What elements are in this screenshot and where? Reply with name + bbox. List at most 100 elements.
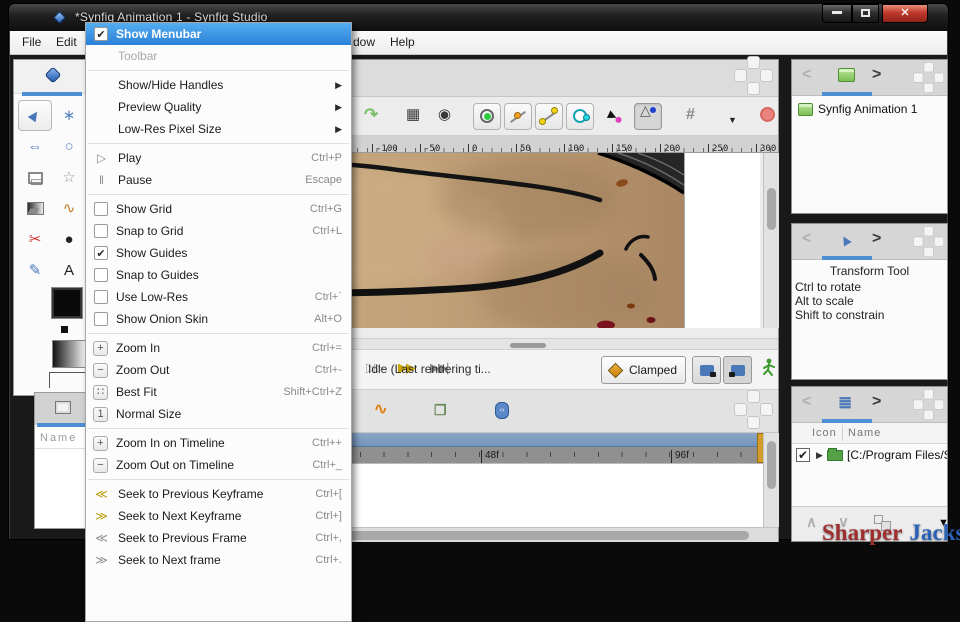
ruler-tick-label: 100 [564,144,612,152]
star-tool[interactable]: ☆ [52,162,86,193]
width-handle-icon[interactable]: ► [602,103,623,127]
divider-grip[interactable] [510,343,546,348]
menu-item-zoom-out[interactable]: − Zoom Out Ctrl+- [86,359,351,381]
render-options-icon[interactable]: ▦ [406,105,420,125]
rectangle-tool[interactable]: ▭ [18,162,52,193]
menu-item-pause[interactable]: ‖ Pause Escape [86,169,351,191]
preview-icon[interactable]: ◉ [438,105,451,125]
tab-scroll-right-icon[interactable]: > [872,230,881,248]
view-menu-popup: ✔ Show Menubar Toolbar Show/Hide Handles [85,22,352,622]
lock-past-keyframe-button[interactable] [692,356,721,384]
render-indicator [760,107,775,122]
timetrack-vertical-scrollbar[interactable] [763,433,779,527]
menu-item-seek-next-keyframe[interactable]: ≫ Seek to Next Keyframe Ctrl+] [86,505,351,527]
menu-file[interactable]: File [22,35,41,49]
lock-future-keyframe-button[interactable] [723,356,752,384]
menu-item[interactable] [86,330,351,337]
menu-item-best-fit[interactable]: ∷ Best Fit Shift+Ctrl+Z [86,381,351,403]
menu-item-normal-size[interactable]: 1 Normal Size [86,403,351,425]
toggle-radius-handles[interactable] [566,103,594,130]
library-row[interactable]: ✔ ▶ [C:/Program Files/Sy [794,447,947,467]
name-column-header[interactable]: Name [848,427,881,439]
transform-tool[interactable]: ► [18,100,52,131]
zoom-out-icon: − [93,363,108,378]
grid-toggle-icon[interactable]: # [686,105,695,125]
bone-setup-icon[interactable] [760,358,776,380]
grid-dropdown-arrow[interactable]: ▼ [728,110,737,130]
gradient-swatch[interactable] [52,340,86,368]
menu-item-use-low-res[interactable]: Use Low-Res Ctrl+` [86,286,351,308]
dock-handle-squares [734,390,774,430]
close-button[interactable]: ✕ [882,4,928,23]
menu-item-show-hide-handles[interactable]: Show/Hide Handles [86,74,351,96]
spline-tool[interactable]: ∿ [52,193,86,224]
redo-icon[interactable]: ↷ [364,105,378,125]
cutout-tool[interactable]: ✂ [18,224,52,255]
menu-item-seek-prev-keyframe[interactable]: ≪ Seek to Previous Keyframe Ctrl+[ [86,483,351,505]
tab-scroll-right-icon[interactable]: > [872,393,881,411]
tab-scroll-left-icon[interactable]: < [802,66,811,84]
menu-item[interactable] [86,140,351,147]
menu-item[interactable] [86,67,351,74]
canvas-browser-tab-bar: < > [792,60,947,96]
maximize-button[interactable] [852,4,879,23]
canvas-vertical-scrollbar[interactable] [763,153,779,328]
keyframes-tab-bar[interactable] [35,393,91,425]
tab-scroll-left-icon[interactable]: < [802,230,811,248]
menu-item-seek-prev-frame[interactable]: ≪ Seek to Previous Frame Ctrl+, [86,527,351,549]
menu-item[interactable] [86,425,351,432]
menu-item-show-grid[interactable]: Show Grid Ctrl+G [86,198,351,220]
move-up-icon[interactable]: ∧ [806,513,817,531]
meta-data-icon[interactable]: ‹› [495,402,509,419]
menu-item[interactable] [86,476,351,483]
default-interpolation-button[interactable]: Clamped [601,356,686,384]
menu-window-partial[interactable]: dow [353,35,375,49]
tab-scroll-right-icon[interactable]: > [872,66,881,84]
curves-icon[interactable]: ∿ [374,401,387,419]
menu-item-zoom-out-timeline[interactable]: − Zoom Out on Timeline Ctrl+_ [86,454,351,476]
minimize-button[interactable] [822,4,852,23]
menu-help[interactable]: Help [390,35,415,49]
mirror-tool[interactable]: ⇔ [18,131,52,162]
toggle-position-handles[interactable] [473,103,501,130]
toggle-angle-handles[interactable]: △ [634,103,662,130]
tool-options-panel: < ► > Transform Tool Ctrl to rotate Alt … [791,223,948,380]
menu-item-snap-to-grid[interactable]: Snap to Grid Ctrl+L [86,220,351,242]
toggle-tangent-handles[interactable] [535,103,563,130]
fill-color-dot [61,326,68,333]
tool-options-tab-icon[interactable]: ► [834,230,856,251]
keyframes-list[interactable] [35,449,91,528]
tab-scroll-left-icon[interactable]: < [802,393,811,411]
menu-item-seek-next-frame[interactable]: ≫ Seek to Next frame Ctrl+. [86,549,351,571]
toolbox-tab[interactable] [14,60,91,94]
timebar-frame-label: 96f [671,450,689,463]
menu-item-preview-quality[interactable]: Preview Quality [86,96,351,118]
text-tool[interactable]: A [52,255,86,286]
menu-item-snap-to-guides[interactable]: Snap to Guides [86,264,351,286]
menu-item-play[interactable]: ▷ Play Ctrl+P [86,147,351,169]
outline-color-swatch[interactable] [52,288,82,318]
menu-item-zoom-in[interactable]: + Zoom In Ctrl+= [86,337,351,359]
smooth-move-tool[interactable]: ∗ [52,100,86,131]
keyframes-name-column-header[interactable]: Name [35,427,91,449]
menu-item-show-menubar[interactable]: ✔ Show Menubar [86,23,351,45]
menu-item-toolbar[interactable]: Toolbar [86,45,351,67]
menu-edit[interactable]: Edit [56,35,77,49]
icon-column-header[interactable]: Icon [812,427,837,439]
paste-keyframes-icon[interactable]: ❒ [434,401,447,419]
library-tab-icon[interactable]: ≣ [838,395,852,411]
menu-item[interactable] [86,191,351,198]
menu-item-zoom-in-timeline[interactable]: + Zoom In on Timeline Ctrl++ [86,432,351,454]
draw-tool[interactable]: ✎ [18,255,52,286]
menu-item-show-onion-skin[interactable]: Show Onion Skin Alt+O [86,308,351,330]
gradient-tool[interactable]: ▰ [18,193,52,224]
row-checkbox[interactable]: ✔ [796,448,810,462]
menu-item-low-res-pixel-size[interactable]: Low-Res Pixel Size [86,118,351,140]
toggle-vertex-handles[interactable] [504,103,532,130]
fill-tool[interactable]: ● [52,224,86,255]
menu-item-show-guides[interactable]: ✔ Show Guides [86,242,351,264]
row-expander-icon[interactable]: ▶ [816,450,823,461]
circle-tool[interactable]: ○ [52,131,86,162]
canvas-browser-tab-icon[interactable] [838,68,855,82]
keyframes-panel: Name [34,392,92,529]
